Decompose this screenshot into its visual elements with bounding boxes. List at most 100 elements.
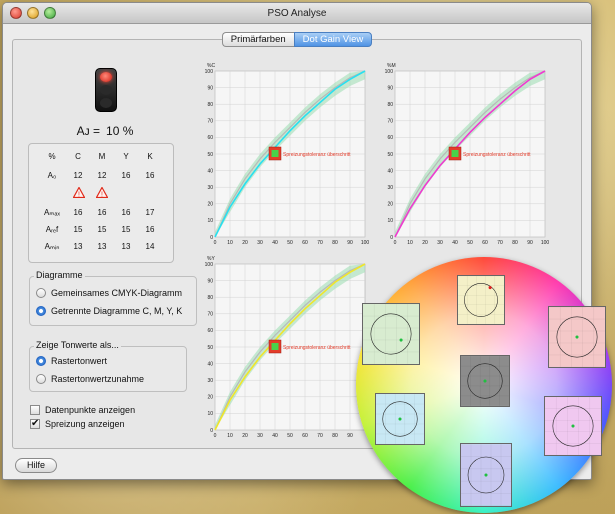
y-tick-label: 40 xyxy=(207,168,213,174)
yellow-dot-gain-chart: 01020304050607080901000 10 20 30 40 50 60 70 80 9… xyxy=(205,256,366,439)
y-tick-label: 70 xyxy=(207,119,213,125)
cell: 14 xyxy=(145,242,155,251)
cell: 13 xyxy=(97,242,107,251)
panel-lower-right xyxy=(544,396,602,456)
measurement-point xyxy=(399,338,403,342)
panel-top xyxy=(457,275,505,325)
table-header: % C M Y K xyxy=(29,152,175,164)
y-tick-label: 20 xyxy=(207,395,213,401)
y-tick-label: 50 xyxy=(207,152,213,158)
warning-icon: ! xyxy=(73,187,85,198)
x-tick-label: 40 xyxy=(272,240,278,246)
y-tick-label: 50 xyxy=(207,345,213,351)
x-tick-label: 20 xyxy=(242,240,248,246)
header-cell: M xyxy=(98,152,106,161)
af-readout: Aᴊ = 10 % xyxy=(20,124,190,138)
y-tick-label: 100 xyxy=(205,262,214,268)
x-tick-label: 0 xyxy=(214,240,217,246)
x-tick-label: 30 xyxy=(437,240,443,246)
checkbox[interactable] xyxy=(30,405,40,415)
cell: 15 xyxy=(97,225,107,234)
y-tick-label: 10 xyxy=(387,218,393,224)
measurement-point xyxy=(398,417,402,421)
y-tick-label: 30 xyxy=(207,185,213,191)
row-label: A₀ xyxy=(47,171,57,180)
green-lamp-icon xyxy=(100,98,112,108)
radio-gemeinsames[interactable]: Gemeinsames CMYK-Diagramm xyxy=(36,288,182,298)
radio-getrennte[interactable]: Getrennte Diagramme C, M, Y, K xyxy=(36,306,182,316)
panel-right xyxy=(548,306,606,368)
y-tick-label: 30 xyxy=(387,185,393,191)
y-tick-label: 70 xyxy=(387,119,393,125)
checkbox-label: Spreizung anzeigen xyxy=(45,419,125,429)
x-tick-label: 40 xyxy=(452,240,458,246)
diagramme-group: Diagramme Gemeinsames CMYK-Diagramm Getr… xyxy=(29,270,197,326)
x-tick-label: 70 xyxy=(497,240,503,246)
y-tick-label: 40 xyxy=(387,168,393,174)
measurement-point xyxy=(575,335,579,339)
radio-button[interactable] xyxy=(36,306,46,316)
af-value: 10 % xyxy=(106,124,134,138)
minimize-icon[interactable] xyxy=(27,7,39,19)
x-tick-label: 30 xyxy=(257,240,263,246)
panel-bottom xyxy=(460,443,512,507)
x-tick-label: 60 xyxy=(302,240,308,246)
status-light xyxy=(95,68,117,112)
checkbox[interactable]: ✔ xyxy=(30,419,40,429)
panel-center xyxy=(460,355,510,407)
radio-button[interactable] xyxy=(36,374,46,384)
panel-right-plot xyxy=(549,307,605,367)
row-label: Aᵣₑf xyxy=(45,225,59,234)
radio-button[interactable] xyxy=(36,356,46,366)
measurement-point xyxy=(484,473,488,477)
warning-text: Spreizungstoleranz überschritt xyxy=(463,152,531,158)
x-tick-label: 0 xyxy=(394,240,397,246)
svg-text:!: ! xyxy=(101,191,103,198)
panel-left-plot xyxy=(363,304,419,364)
warning-icon: ! xyxy=(96,187,108,198)
cell: 13 xyxy=(121,242,131,251)
panel-lower-left-plot xyxy=(376,394,424,444)
help-button[interactable]: Hilfe xyxy=(15,458,57,473)
tab-dot-gain-view[interactable]: Dot Gain View xyxy=(293,32,373,47)
y-tick-label: 90 xyxy=(207,85,213,91)
title-bar[interactable]: PSO Analyse xyxy=(3,3,591,24)
cell: 12 xyxy=(73,171,83,180)
y-tick-label: 50 xyxy=(387,152,393,158)
header-cell: % xyxy=(48,152,56,161)
y-tick-label: 20 xyxy=(387,202,393,208)
y-tick-label: 20 xyxy=(207,202,213,208)
table-row: Aᵣₑf 15 15 15 16 xyxy=(29,225,175,237)
chart-cyan: 0 10 20 30 40 50 60 70 80 90 100 0 10 20 30 40 50 60 70 80 9… xyxy=(201,59,373,249)
header-cell: C xyxy=(75,152,81,161)
measurement-point xyxy=(571,424,575,428)
table-row: A₀ 12 12 16 16 xyxy=(29,171,175,183)
radio-rastertonwert[interactable]: Rastertonwert xyxy=(36,356,107,366)
radio-label: Rastertonwert xyxy=(51,356,108,366)
y-tick-label: 90 xyxy=(387,85,393,91)
y-tick-label: 30 xyxy=(207,378,213,384)
x-tick-label: 40 xyxy=(272,433,278,439)
tab-primaerfarben[interactable]: Primärfarben xyxy=(221,32,294,47)
x-tick-label: 70 xyxy=(317,240,323,246)
radio-rastertonwertzunahme[interactable]: Rastertonwertzunahme xyxy=(36,374,144,384)
close-icon[interactable] xyxy=(10,7,22,19)
y-axis-label: %C xyxy=(207,63,215,69)
svg-text:!: ! xyxy=(78,191,80,198)
cell: 15 xyxy=(121,225,131,234)
y-tick-label: 80 xyxy=(207,102,213,108)
check-spreizung[interactable]: ✔ Spreizung anzeigen xyxy=(30,419,125,429)
magenta-dot-gain-chart: 01020304050607080901000 10 20 30 40 50 60 70 80 9… xyxy=(385,63,550,246)
cell: 16 xyxy=(97,208,107,217)
check-datenpunkte[interactable]: Datenpunkte anzeigen xyxy=(30,405,135,415)
zoom-icon[interactable] xyxy=(44,7,56,19)
x-tick-label: 30 xyxy=(257,433,263,439)
radio-button[interactable] xyxy=(36,288,46,298)
warning-text: Spreizungstoleranz überschritt xyxy=(283,345,351,351)
warning-marker-core xyxy=(271,150,279,157)
y-axis-label: %Y xyxy=(207,256,215,262)
red-lamp-icon xyxy=(100,72,112,82)
x-tick-label: 90 xyxy=(347,433,353,439)
x-tick-label: 60 xyxy=(302,433,308,439)
y-tick-label: 60 xyxy=(387,135,393,141)
